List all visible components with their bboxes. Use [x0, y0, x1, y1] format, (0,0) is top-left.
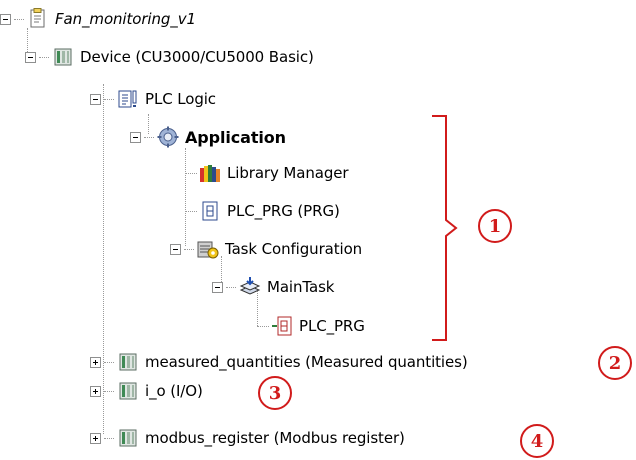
collapse-toggle[interactable] [25, 51, 36, 63]
collapse-toggle[interactable] [130, 131, 141, 143]
expand-toggle[interactable] [90, 356, 101, 368]
collapse-toggle[interactable] [90, 93, 101, 105]
tree-item-label: Library Manager [227, 164, 349, 182]
program-call-icon [272, 316, 292, 336]
tree-item-label: modbus_register (Modbus register) [145, 429, 405, 447]
tree-item-plc-prg[interactable]: PLC_PRG (PRG) [185, 198, 340, 224]
callout-3: 3 [258, 376, 292, 410]
tree-connector [104, 390, 114, 392]
tree-item-label: Device (CU3000/CU5000 Basic) [80, 48, 314, 66]
tree-connector [39, 56, 49, 58]
expand-toggle[interactable] [90, 432, 101, 444]
tree-item-label: PLC_PRG [299, 317, 365, 335]
device-icon [119, 429, 137, 447]
tree-connector [185, 172, 197, 174]
application-gear-icon [157, 126, 179, 148]
tree-connector [185, 210, 197, 212]
tree-item-application[interactable]: Application [130, 124, 286, 150]
task-icon [239, 277, 261, 295]
program-icon [202, 201, 218, 221]
tree-connector [226, 286, 236, 288]
tree-item-label: PLC Logic [145, 90, 216, 108]
task-config-icon [197, 241, 219, 259]
collapse-toggle[interactable] [212, 281, 223, 293]
tree-connector [104, 437, 114, 439]
annotation-bracket [432, 115, 458, 341]
tree-item-io[interactable]: i_o (I/O) [90, 378, 203, 404]
tree-item-label: Fan_monitoring_v1 [55, 10, 196, 28]
tree-item-label: Application [185, 127, 286, 147]
tree-item-task-configuration[interactable]: Task Configuration [170, 236, 362, 262]
tree-connector [184, 248, 194, 250]
tree-item-label: measured_quantities (Measured quantities… [145, 353, 468, 371]
callout-2: 2 [598, 346, 632, 380]
device-icon [54, 48, 72, 66]
expand-toggle[interactable] [90, 385, 101, 397]
device-icon [119, 382, 137, 400]
plc-logic-icon [118, 90, 137, 108]
collapse-toggle[interactable] [0, 13, 11, 25]
tree-connector [257, 325, 269, 327]
device-icon [119, 353, 137, 371]
tree-item-label: MainTask [267, 278, 335, 296]
tree-connector [144, 136, 154, 138]
tree-connector [104, 361, 114, 363]
tree-item-project[interactable]: Fan_monitoring_v1 [0, 6, 196, 32]
tree-item-plc-logic[interactable]: PLC Logic [90, 86, 216, 112]
tree-item-label: i_o (I/O) [145, 382, 203, 400]
tree-item-main-task[interactable]: MainTask [212, 274, 334, 300]
tree-item-label: Task Configuration [225, 240, 363, 258]
library-icon [200, 165, 220, 182]
tree-item-main-task-prg[interactable]: PLC_PRG [257, 313, 365, 339]
tree-item-library-manager[interactable]: Library Manager [185, 160, 349, 186]
tree-item-label: PLC_PRG (PRG) [227, 202, 340, 220]
collapse-toggle[interactable] [170, 243, 181, 255]
tree-item-device[interactable]: Device (CU3000/CU5000 Basic) [25, 44, 314, 70]
tree-connector [14, 18, 24, 20]
callout-4: 4 [520, 424, 554, 458]
tree-item-modbus-register[interactable]: modbus_register (Modbus register) [90, 425, 405, 451]
callout-1: 1 [478, 209, 512, 243]
tree-connector [104, 98, 114, 100]
tree-item-measured-quantities[interactable]: measured_quantities (Measured quantities… [90, 349, 468, 375]
project-icon [30, 8, 45, 28]
